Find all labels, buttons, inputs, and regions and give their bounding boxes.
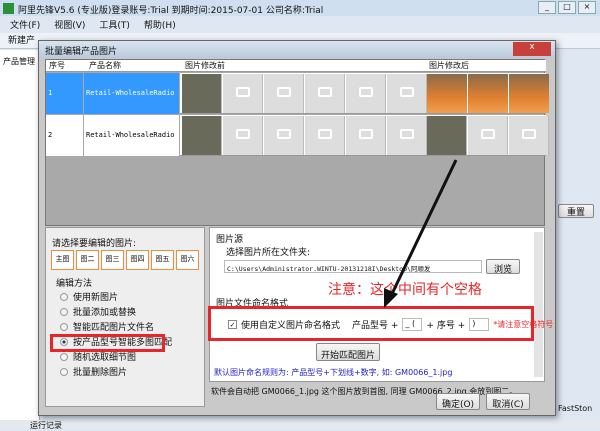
annotation-arrow — [384, 159, 458, 308]
